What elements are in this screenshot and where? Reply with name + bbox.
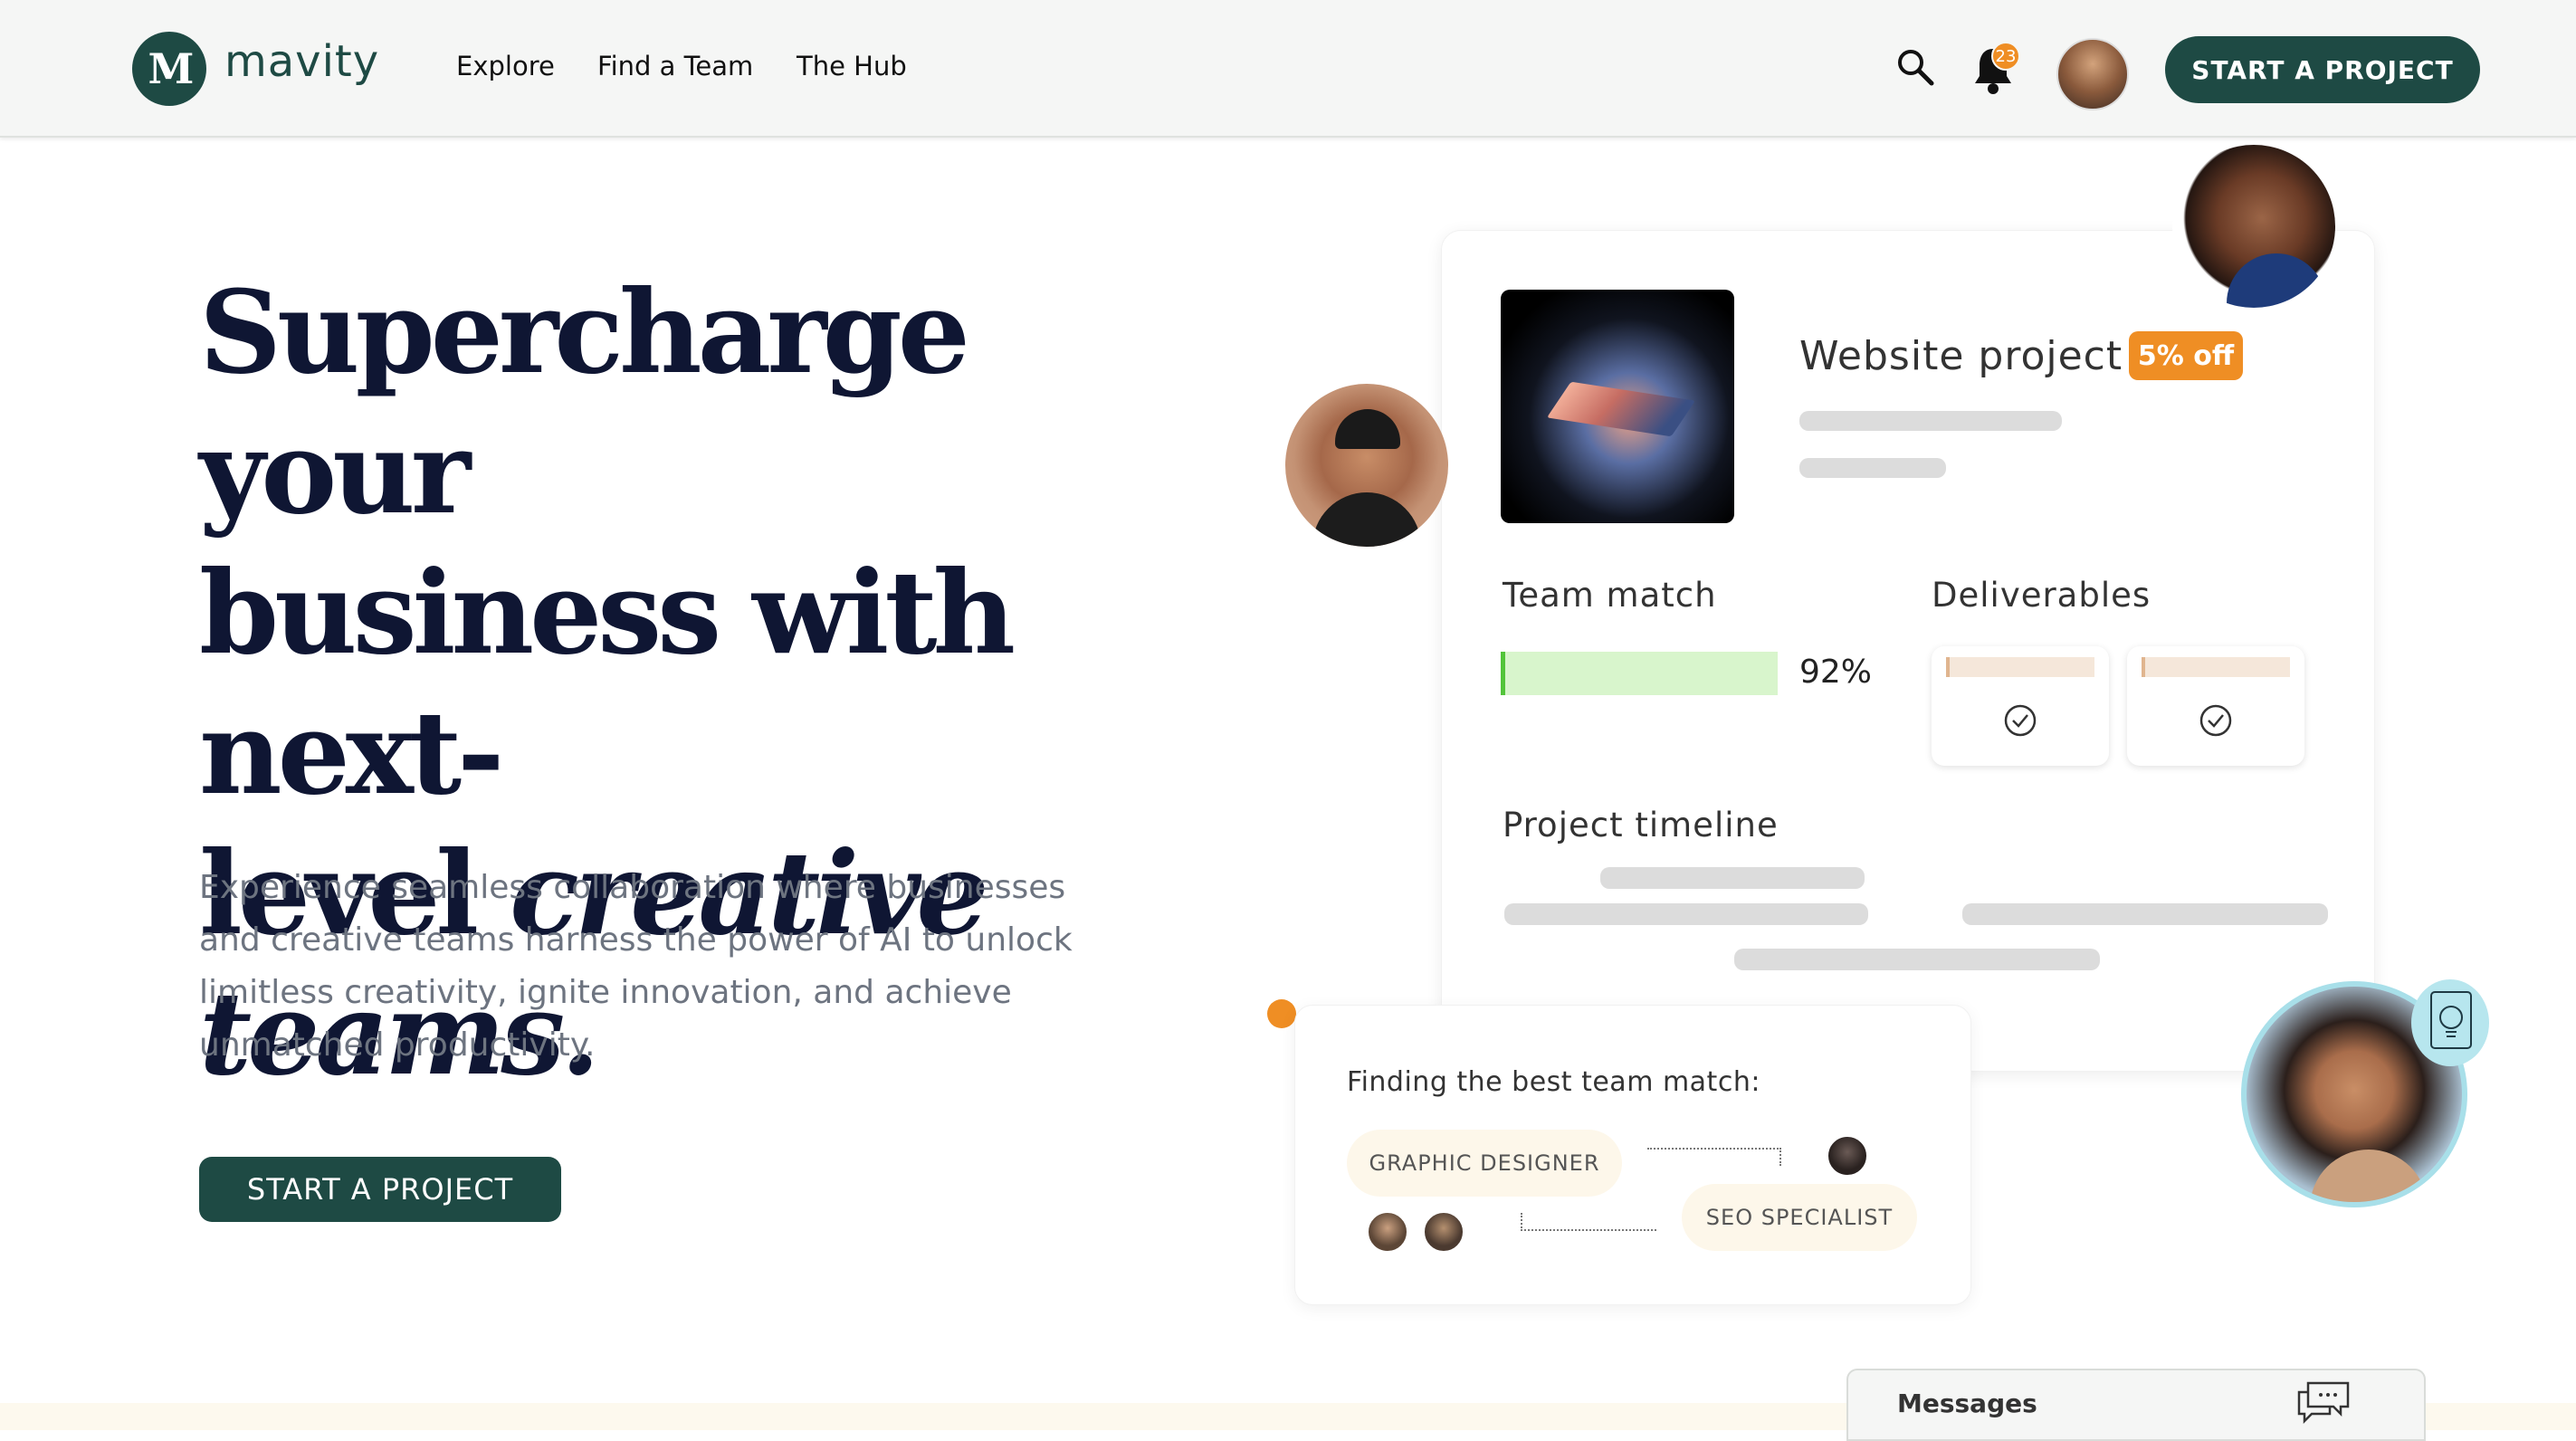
timeline-bar: [1734, 949, 2100, 970]
laptop-glow: [1546, 381, 1696, 437]
hero-title-line2: business with: [199, 546, 1016, 680]
project-title: Website project: [1799, 333, 2123, 379]
project-thumbnail-image: [1501, 290, 1734, 523]
team-match-label: Team match: [1503, 576, 1717, 615]
team-match-percentage: 92%: [1799, 654, 1873, 691]
candidate-avatar: [1423, 1211, 1465, 1253]
timeline-bar: [1600, 867, 1865, 889]
hero-title-line1: Supercharge your: [199, 265, 970, 539]
deliverable-card: [1932, 646, 2109, 766]
connector-line: [1647, 1148, 1781, 1166]
skeleton-line: [1799, 458, 1946, 478]
top-navigation-bar: M mavity Explore Find a Team The Hub 23 …: [0, 0, 2576, 138]
timeline-bar: [1504, 903, 1868, 925]
user-avatar[interactable]: [2056, 38, 2129, 110]
shirt-shape: [2227, 253, 2326, 308]
team-member-avatar: [1285, 384, 1448, 547]
shirt-shape: [2310, 1150, 2428, 1202]
nav-the-hub[interactable]: The Hub: [797, 51, 907, 81]
shirt-shape: [1312, 492, 1421, 547]
check-circle-icon: [2199, 704, 2232, 737]
team-match-heading: Finding the best team match:: [1347, 1066, 1760, 1098]
deliverable-card: [2127, 646, 2304, 766]
skeleton-line: [1799, 411, 2062, 431]
role-pill-graphic-designer[interactable]: GRAPHIC DESIGNER: [1347, 1130, 1622, 1197]
connector-line: [1521, 1213, 1656, 1231]
hero-title-bold-next: next-: [199, 686, 504, 820]
nav-explore[interactable]: Explore: [456, 51, 555, 81]
nav-find-a-team[interactable]: Find a Team: [597, 51, 753, 81]
messages-label[interactable]: Messages: [1897, 1389, 2037, 1418]
project-timeline-label: Project timeline: [1503, 806, 1779, 845]
logo-wordmark[interactable]: mavity: [224, 36, 379, 87]
check-circle-icon: [2004, 704, 2037, 737]
hero-subtitle: Experience seamless collaboration where …: [199, 869, 1073, 1064]
status-dot: [1267, 999, 1296, 1028]
hat-shape: [1335, 409, 1400, 449]
deliverable-bar: [2142, 657, 2290, 677]
hero-start-project-button[interactable]: START A PROJECT: [199, 1157, 561, 1222]
start-project-button[interactable]: START A PROJECT: [2165, 36, 2480, 103]
candidate-avatar: [1367, 1211, 1408, 1253]
timeline-bar: [1962, 903, 2328, 925]
search-icon[interactable]: [1895, 47, 1935, 87]
notification-badge: 23: [1991, 42, 2020, 71]
chat-icon[interactable]: [2295, 1379, 2352, 1425]
team-member-avatar: [2172, 145, 2335, 308]
idea-badge: [2411, 979, 2489, 1066]
deliverable-bar: [1946, 657, 2094, 677]
deliverables-label: Deliverables: [1932, 576, 2151, 615]
lightbulb-icon: [2430, 991, 2472, 1049]
role-pill-seo-specialist[interactable]: SEO SPECIALIST: [1682, 1184, 1917, 1251]
candidate-avatar: [1827, 1135, 1868, 1177]
team-match-progress-fill: [1501, 652, 1756, 695]
logo-mark[interactable]: M: [132, 32, 206, 106]
discount-badge: 5% off: [2129, 331, 2243, 380]
